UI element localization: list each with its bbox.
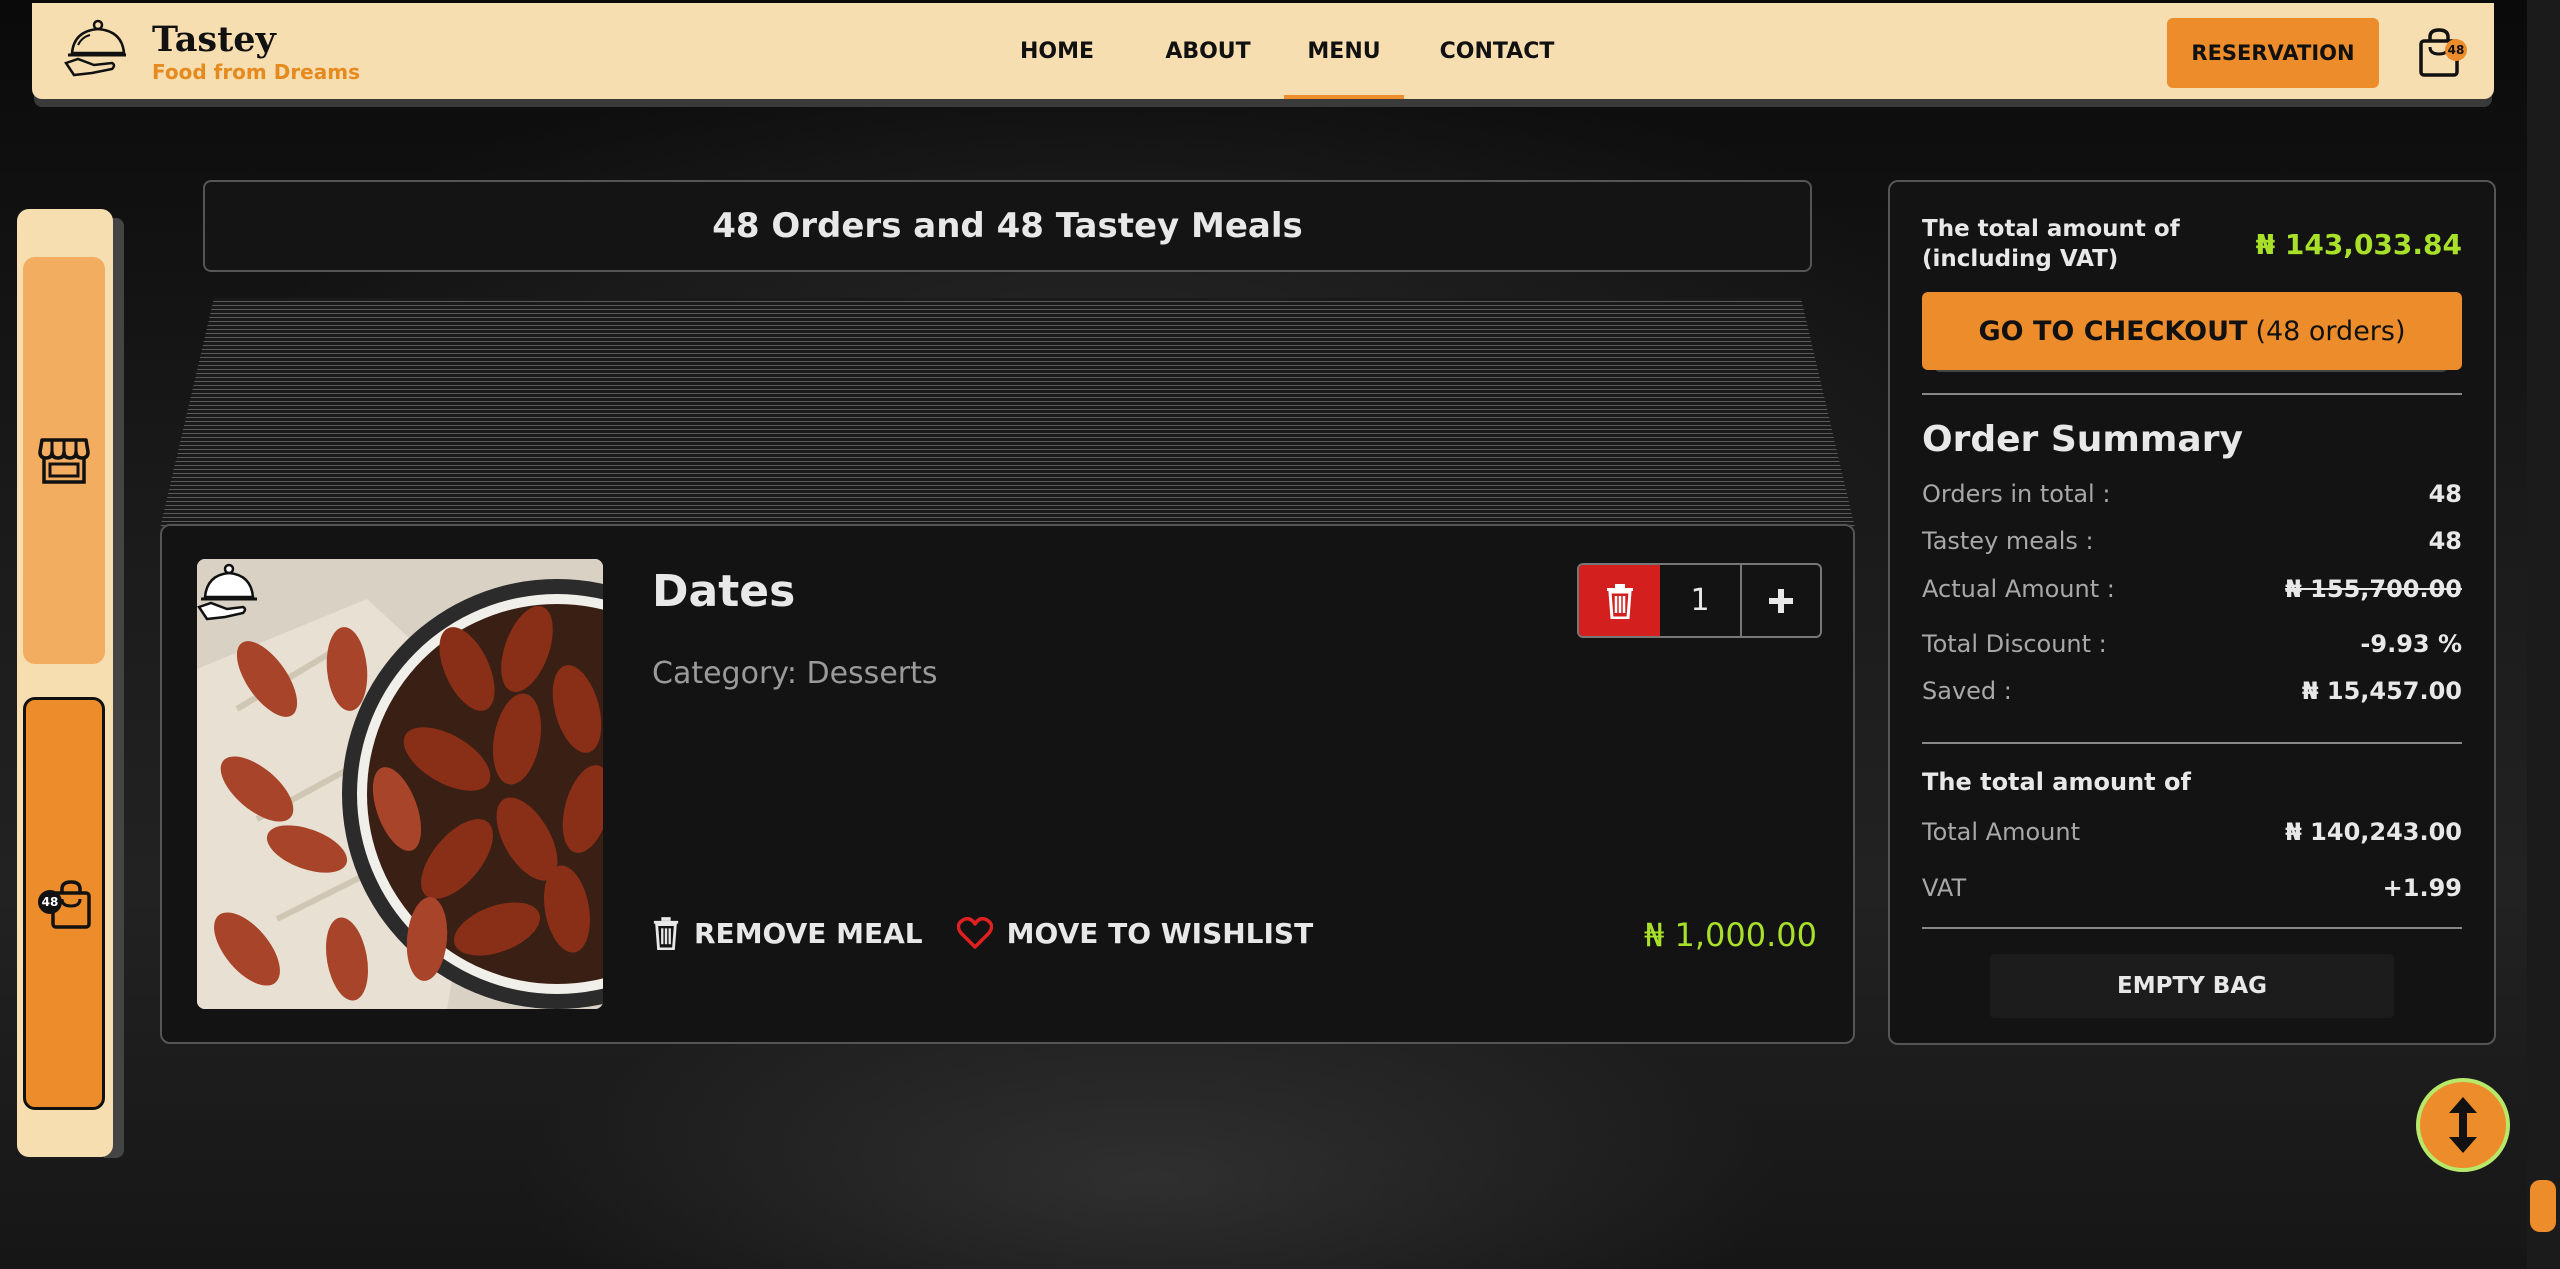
empty-bag-button[interactable]: EMPTY BAG xyxy=(1990,954,2394,1018)
row-value: ₦ 155,700.00 xyxy=(2285,575,2462,603)
total-amount-title: The total amount of xyxy=(1922,768,2191,796)
bag-count-badge: 48 xyxy=(38,890,62,914)
summary-row-vat: VAT +1.99 xyxy=(1922,874,2462,902)
summary-row-actual: Actual Amount : ₦ 155,700.00 xyxy=(1922,575,2462,603)
brand-logo[interactable]: Tastey Food from Dreams xyxy=(64,19,360,85)
side-panel: 48 xyxy=(17,209,113,1157)
dates-illustration xyxy=(197,559,603,1009)
brand-name: Tastey xyxy=(152,19,276,60)
move-to-wishlist-button[interactable]: MOVE TO WISHLIST xyxy=(956,916,1314,950)
top-navbar: Tastey Food from Dreams HOME ABOUT MENU … xyxy=(32,3,2494,99)
summary-row-total: Total Amount ₦ 140,243.00 xyxy=(1922,818,2462,846)
row-label: VAT xyxy=(1922,874,1967,902)
meal-category: Category: Desserts xyxy=(652,656,938,691)
plus-icon xyxy=(1769,588,1793,613)
stacked-cards-decoration xyxy=(160,298,1855,528)
meal-card: Dates Category: Desserts 1 REMOVE MEAL M… xyxy=(160,524,1855,1044)
divider xyxy=(1922,742,2462,744)
brand-tagline: Food from Dreams xyxy=(152,60,360,84)
checkout-button[interactable]: GO TO CHECKOUT (48 orders) xyxy=(1922,292,2462,370)
row-label: Orders in total : xyxy=(1922,480,2111,508)
nav-menu[interactable]: MENU xyxy=(1284,3,1404,99)
summary-row-orders: Orders in total : 48 xyxy=(1922,480,2462,508)
checkout-label: GO TO CHECKOUT xyxy=(1978,315,2248,347)
nav-home[interactable]: HOME xyxy=(982,3,1132,99)
row-value: 48 xyxy=(2428,527,2462,555)
row-value: 48 xyxy=(2428,480,2462,508)
scroll-toggle-button[interactable] xyxy=(2416,1078,2510,1172)
reservation-button[interactable]: RESERVATION xyxy=(2167,18,2379,88)
bag-count-badge: 48 xyxy=(2445,39,2467,61)
row-label: Saved : xyxy=(1922,677,2012,705)
summary-row-meals: Tastey meals : 48 xyxy=(1922,527,2462,555)
meal-actions: REMOVE MEAL MOVE TO WISHLIST xyxy=(652,916,1347,950)
vertical-arrows-icon xyxy=(2449,1097,2477,1153)
row-label: Tastey meals : xyxy=(1922,527,2094,555)
order-summary-title: Order Summary xyxy=(1922,419,2243,460)
trash-icon xyxy=(1606,583,1633,619)
divider xyxy=(1922,927,2462,929)
order-summary-panel: The total amount of (including VAT) ₦ 14… xyxy=(1888,180,2496,1045)
store-icon xyxy=(38,437,90,484)
quantity-value: 1 xyxy=(1660,565,1742,636)
row-label: Total Discount : xyxy=(1922,630,2107,658)
move-to-wishlist-label: MOVE TO WISHLIST xyxy=(1006,916,1314,950)
summary-row-saved: Saved : ₦ 15,457.00 xyxy=(1922,677,2462,705)
cart-title: 48 Orders and 48 Tastey Meals xyxy=(203,180,1812,272)
row-value: ₦ 15,457.00 xyxy=(2301,677,2462,705)
remove-meal-button[interactable]: REMOVE MEAL xyxy=(652,916,923,950)
meal-image xyxy=(197,559,603,1009)
decrease-delete-button[interactable] xyxy=(1579,565,1660,636)
total-heading: The total amount of (including VAT) xyxy=(1922,216,2180,272)
checkout-count: (48 orders) xyxy=(2255,315,2406,347)
nav-about[interactable]: ABOUT xyxy=(1132,3,1284,99)
row-value: +1.99 xyxy=(2382,874,2462,902)
store-tab[interactable] xyxy=(23,257,105,664)
meal-name: Dates xyxy=(652,566,796,617)
main-nav: HOME ABOUT MENU CONTACT xyxy=(982,3,1590,99)
total-value: ₦ 143,033.84 xyxy=(2255,228,2462,261)
summary-row-discount: Total Discount : -9.93 % xyxy=(1922,630,2462,658)
meal-price: ₦ 1,000.00 xyxy=(1643,916,1817,954)
page-scrollbar[interactable] xyxy=(2527,0,2560,1269)
row-value: -9.93 % xyxy=(2360,630,2462,658)
row-value: ₦ 140,243.00 xyxy=(2285,818,2462,846)
row-label: Total Amount xyxy=(1922,818,2080,846)
shopping-bag-button[interactable]: 48 xyxy=(2417,27,2467,77)
trash-icon xyxy=(653,917,679,950)
heart-icon xyxy=(956,917,993,949)
divider xyxy=(1922,393,2462,395)
row-label: Actual Amount : xyxy=(1922,575,2115,603)
nav-contact[interactable]: CONTACT xyxy=(1404,3,1590,99)
remove-meal-label: REMOVE MEAL xyxy=(694,916,923,950)
cloche-icon xyxy=(64,19,126,77)
bag-tab[interactable]: 48 xyxy=(23,697,105,1110)
scrollbar-thumb[interactable] xyxy=(2530,1180,2556,1232)
quantity-stepper: 1 xyxy=(1577,563,1822,638)
increase-button[interactable] xyxy=(1742,565,1820,636)
